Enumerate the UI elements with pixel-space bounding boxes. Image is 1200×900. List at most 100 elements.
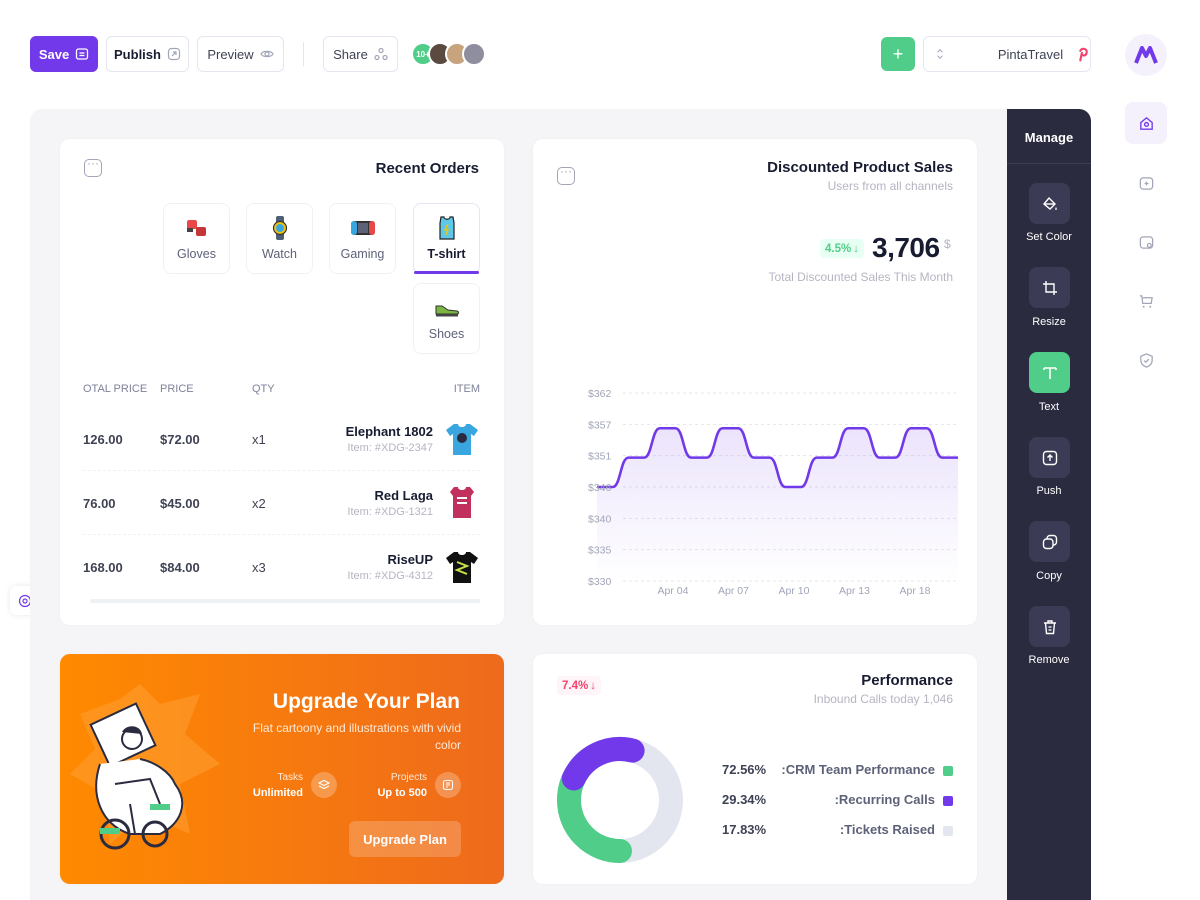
chevron-updown-icon xyxy=(937,49,943,59)
col-header-price: PRICE xyxy=(160,383,194,395)
add-button[interactable]: + xyxy=(881,37,915,71)
y-tick-label: $335 xyxy=(588,545,612,557)
row-divider xyxy=(83,534,480,535)
brand-logo[interactable] xyxy=(1125,34,1167,76)
tab-watch[interactable]: Watch xyxy=(246,203,313,274)
active-tab-indicator xyxy=(414,271,479,274)
tab-label: Watch xyxy=(262,247,297,261)
save-label: Save xyxy=(38,46,70,62)
row-total: 76.00 xyxy=(83,496,116,511)
share-label: Share xyxy=(333,46,368,62)
item-id: Item: #XDG-2347 xyxy=(347,442,433,454)
sales-change-badge: 4.5% ↓ xyxy=(820,239,864,258)
gaming-icon xyxy=(350,221,375,235)
text-icon xyxy=(1042,366,1057,379)
y-tick-label: $346 xyxy=(588,482,612,494)
push-button[interactable] xyxy=(1029,437,1070,478)
sales-subtitle: Users from all channels xyxy=(827,179,953,193)
add-label: + xyxy=(892,43,904,64)
manage-panel xyxy=(1007,109,1091,900)
preview-button[interactable]: Preview xyxy=(197,36,284,72)
tshirt-thumbnail-icon xyxy=(450,487,474,518)
text-button[interactable] xyxy=(1029,352,1070,393)
sales-caption: Total Discounted Sales This Month xyxy=(768,270,953,284)
save-button[interactable]: Save xyxy=(30,36,98,72)
tasks-value: Unlimited xyxy=(252,787,303,799)
gloves-icon xyxy=(186,220,206,236)
push-icon xyxy=(1042,450,1057,465)
x-tick-label: Apr 10 xyxy=(779,585,810,597)
performance-subtitle: Inbound Calls today 1,046 xyxy=(813,692,953,706)
pinterest-logo-icon xyxy=(1079,47,1088,62)
col-header-qty: QTY xyxy=(252,383,275,395)
col-header-total: OTAL PRICE xyxy=(83,383,148,395)
sales-title: Discounted Product Sales xyxy=(767,159,953,176)
tasks-label: Tasks xyxy=(277,772,303,783)
projects-value: Up to 500 xyxy=(377,787,427,799)
tab-label: Gloves xyxy=(177,247,216,261)
share-icon xyxy=(374,47,388,61)
nav-cart[interactable] xyxy=(1125,280,1167,322)
more-options-icon[interactable] xyxy=(84,156,102,177)
set-color-label: Set Color xyxy=(1026,231,1072,243)
nav-folder-add[interactable] xyxy=(1125,162,1167,204)
upgrade-title: Upgrade Your Plan xyxy=(272,690,460,713)
copy-button[interactable] xyxy=(1029,521,1070,562)
sales-chart: $362 $357 $351 $346 $340 $335 $330 Apr 04 Apr 0… xyxy=(588,388,958,597)
resize-button[interactable] xyxy=(1029,267,1070,308)
tab-gaming[interactable]: Gaming xyxy=(329,203,396,274)
upgrade-button-label: Upgrade Plan xyxy=(363,831,447,847)
remove-button[interactable] xyxy=(1029,606,1070,647)
tab-label: Shoes xyxy=(428,327,465,341)
eye-icon xyxy=(259,50,274,58)
row-qty: x3 xyxy=(252,560,266,575)
preview-label: Preview xyxy=(207,46,254,62)
toolbar-divider xyxy=(303,42,304,66)
text-label: Text xyxy=(1038,401,1060,413)
badge-value: 7.4% xyxy=(562,679,589,692)
resize-label: Resize xyxy=(1032,316,1066,328)
item-id: Item: #XDG-1321 xyxy=(347,506,433,518)
paint-bucket-icon xyxy=(1042,196,1057,210)
row-divider xyxy=(83,470,480,471)
share-button[interactable]: Share xyxy=(323,36,398,72)
shoes-icon xyxy=(435,305,459,317)
performance-donut-chart xyxy=(557,737,683,863)
nav-security[interactable] xyxy=(1125,339,1167,381)
set-color-button[interactable] xyxy=(1029,183,1070,224)
legend-item-tickets: 17.83% :Tickets Raised xyxy=(700,822,953,842)
watch-icon xyxy=(272,216,287,240)
publish-label: Publish xyxy=(114,46,161,62)
cartoon-illustration xyxy=(70,684,220,850)
legend-item-recurring: 29.34% :Recurring Calls xyxy=(700,792,953,812)
nav-home[interactable] xyxy=(1125,102,1167,144)
col-header-item: ITEM xyxy=(453,383,480,395)
more-options-icon[interactable] xyxy=(557,164,575,185)
tab-tshirt[interactable]: T-shirt xyxy=(413,203,480,274)
tab-gloves[interactable]: Gloves xyxy=(163,203,230,274)
tab-shoes[interactable]: Shoes xyxy=(413,283,480,354)
row-price: $45.00 xyxy=(160,496,200,511)
avatar[interactable] xyxy=(462,42,486,66)
sales-currency: $ xyxy=(944,237,951,251)
publish-button[interactable]: Publish xyxy=(106,36,189,72)
upgrade-plan-button[interactable]: Upgrade Plan xyxy=(349,821,461,857)
project-select[interactable]: PintaTravel xyxy=(923,36,1091,72)
horizontal-scrollbar[interactable] xyxy=(90,599,480,603)
tshirt-thumbnail-icon xyxy=(446,552,478,583)
y-tick-label: $340 xyxy=(588,513,612,525)
legend-swatch xyxy=(943,826,953,836)
sales-value: 3,706 xyxy=(872,232,940,263)
item-name: Red Laga xyxy=(374,488,433,503)
projects-icon xyxy=(435,772,461,798)
cart-icon xyxy=(1139,294,1153,308)
trash-icon xyxy=(1043,619,1056,634)
badge-value: 4.5% xyxy=(825,242,852,255)
tshirt-thumbnail-icon xyxy=(446,424,478,455)
x-tick-label: Apr 04 xyxy=(658,585,689,597)
legend-item-crm: 72.56% :CRM Team Performance xyxy=(700,762,953,782)
tshirt-icon xyxy=(438,216,455,240)
nav-gallery[interactable] xyxy=(1125,221,1167,263)
home-icon xyxy=(1139,116,1153,130)
x-tick-label: Apr 13 xyxy=(839,585,870,597)
